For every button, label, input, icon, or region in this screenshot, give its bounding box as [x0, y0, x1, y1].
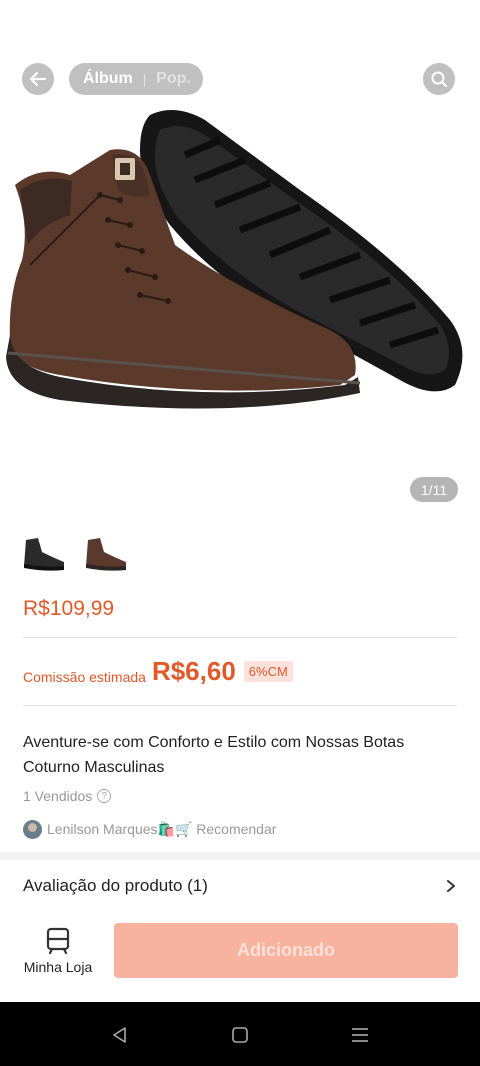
- triangle-back-icon: [113, 1027, 126, 1043]
- arrow-left-icon: [29, 71, 47, 87]
- recommender-label: Lenilson Marques🛍️🛒 Recomendar: [47, 821, 277, 837]
- black-boot-thumbnail[interactable]: [20, 530, 68, 576]
- brown-boot-thumbnail[interactable]: [82, 530, 130, 576]
- store-icon: [46, 927, 70, 955]
- section-separator: [0, 852, 480, 860]
- commission-row: Comissão estimada R$6,60 6%CM: [23, 656, 293, 687]
- variant-thumbnails: [20, 530, 130, 576]
- recommender-row[interactable]: Lenilson Marques🛍️🛒 Recomendar: [23, 820, 276, 839]
- gallery-tabs: Álbum | Pop.: [69, 63, 203, 95]
- my-store-label: Minha Loja: [23, 959, 93, 975]
- search-button[interactable]: [423, 63, 455, 95]
- product-image-gallery[interactable]: Álbum | Pop. 1/11: [0, 0, 480, 520]
- chevron-right-icon: [447, 880, 455, 892]
- commission-value: R$6,60: [151, 656, 236, 686]
- divider: [23, 637, 457, 638]
- product-title: Aventure-se com Conforto e Estilo com No…: [23, 734, 405, 776]
- product-price: R$109,99: [23, 597, 115, 620]
- help-icon[interactable]: ?: [97, 789, 112, 803]
- added-button[interactable]: Adicionado: [114, 923, 458, 978]
- avatar: [23, 820, 42, 839]
- tab-popular[interactable]: Pop.: [156, 70, 191, 88]
- back-button[interactable]: [22, 63, 54, 95]
- commission-badge: 6%CM: [243, 661, 293, 682]
- divider: [23, 705, 457, 706]
- product-reviews-row[interactable]: Avaliação do produto (1): [23, 876, 457, 896]
- image-counter: 1/11: [410, 477, 458, 502]
- square-home-icon: [232, 1027, 248, 1043]
- sold-count: 1 Vendidos ?: [23, 788, 112, 804]
- sold-count-label: 1 Vendidos: [23, 788, 93, 804]
- commission-label: Comissão estimada: [23, 668, 146, 685]
- reviews-title: Avaliação do produto (1): [23, 876, 208, 895]
- product-photo: [6, 110, 463, 409]
- tab-album[interactable]: Álbum: [83, 70, 133, 88]
- tab-separator: |: [142, 71, 147, 87]
- system-navigation-bar: [0, 1002, 480, 1066]
- nav-back-button[interactable]: [109, 1024, 131, 1046]
- menu-lines-icon: [352, 1028, 368, 1042]
- nav-home-button[interactable]: [229, 1024, 251, 1046]
- search-icon: [431, 71, 447, 87]
- nav-menu-button[interactable]: [349, 1024, 371, 1046]
- my-store-button[interactable]: Minha Loja: [18, 927, 98, 975]
- bottom-action-bar: Minha Loja Adicionado: [0, 915, 480, 1002]
